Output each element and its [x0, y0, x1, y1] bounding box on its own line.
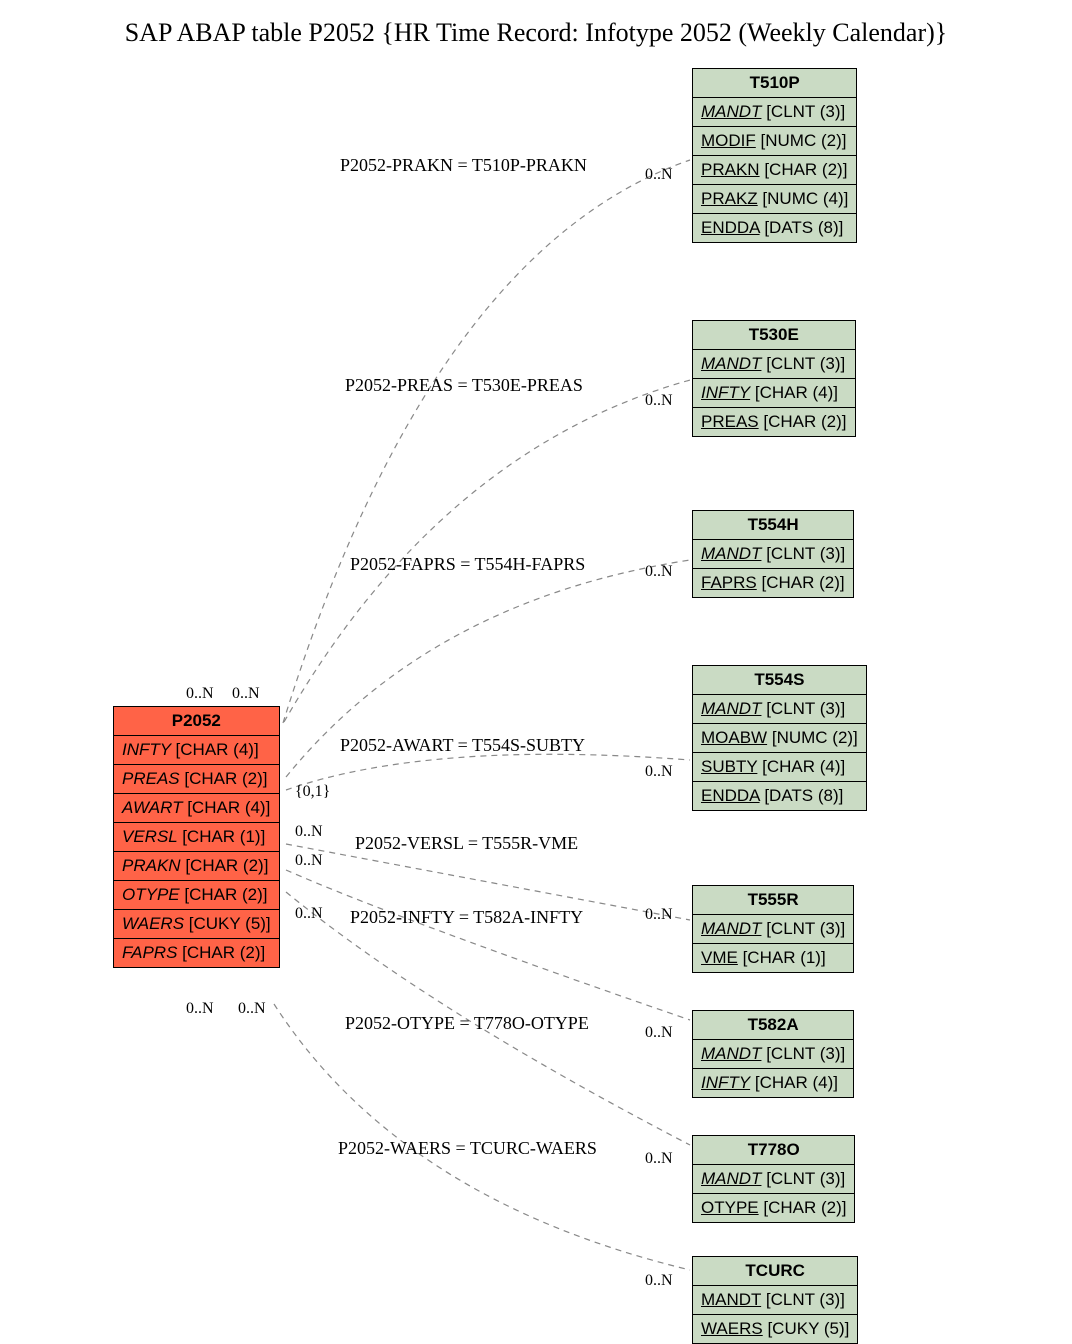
entity-T530E: T530E MANDT [CLNT (3)] INFTY [CHAR (4)] … [692, 320, 856, 437]
entity-title: T554S [693, 666, 867, 695]
relation-label: P2052-PREAS = T530E-PREAS [345, 375, 583, 396]
entity-T554S: T554S MANDT [CLNT (3)] MOABW [NUMC (2)] … [692, 665, 867, 811]
field-row: INFTY [CHAR (4)] [693, 1069, 854, 1098]
field-row: MANDT [CLNT (3)] [693, 98, 857, 127]
field-row: MANDT [CLNT (3)] [693, 350, 856, 379]
field-row: SUBTY [CHAR (4)] [693, 753, 867, 782]
field-row: MANDT [CLNT (3)] [693, 1040, 854, 1069]
field-row: AWART [CHAR (4)] [114, 794, 280, 823]
entity-P2052: P2052 INFTY [CHAR (4)] PREAS [CHAR (2)] … [113, 706, 280, 968]
field-row: VERSL [CHAR (1)] [114, 823, 280, 852]
cardinality-label: 0..N [645, 1024, 673, 1042]
relation-label: P2052-AWART = T554S-SUBTY [340, 735, 585, 756]
field-row: INFTY [CHAR (4)] [114, 736, 280, 765]
relationship-lines [0, 0, 1072, 1337]
field-row: MODIF [NUMC (2)] [693, 127, 857, 156]
cardinality-label: 0..N [645, 392, 673, 410]
cardinality-label: {0,1} [295, 783, 330, 801]
entity-title: T510P [693, 69, 857, 98]
field-row: ENDDA [DATS (8)] [693, 214, 857, 243]
field-row: WAERS [CUKY (5)] [114, 910, 280, 939]
field-row: VME [CHAR (1)] [693, 944, 854, 973]
field-row: INFTY [CHAR (4)] [693, 379, 856, 408]
field-row: PRAKN [CHAR (2)] [114, 852, 280, 881]
cardinality-label: 0..N [645, 906, 673, 924]
entity-title: T530E [693, 321, 856, 350]
entity-T555R: T555R MANDT [CLNT (3)] VME [CHAR (1)] [692, 885, 854, 973]
field-row: MANDT [CLNT (3)] [693, 915, 854, 944]
relation-label: P2052-WAERS = TCURC-WAERS [338, 1138, 597, 1159]
cardinality-label: 0..N [295, 852, 323, 870]
relation-label: P2052-VERSL = T555R-VME [355, 833, 578, 854]
field-row: PREAS [CHAR (2)] [114, 765, 280, 794]
field-row: OTYPE [CHAR (2)] [114, 881, 280, 910]
entity-title: T582A [693, 1011, 854, 1040]
field-row: PREAS [CHAR (2)] [693, 408, 856, 437]
entity-title: P2052 [114, 707, 280, 736]
cardinality-label: 0..N [238, 1000, 266, 1018]
entity-T510P: T510P MANDT [CLNT (3)] MODIF [NUMC (2)] … [692, 68, 857, 243]
cardinality-label: 0..N [232, 685, 260, 703]
cardinality-label: 0..N [295, 905, 323, 923]
entity-title: T555R [693, 886, 854, 915]
field-row: MANDT [CLNT (3)] [693, 1165, 855, 1194]
entity-TCURC: TCURC MANDT [CLNT (3)] WAERS [CUKY (5)] [692, 1256, 858, 1344]
entity-title: T554H [693, 511, 854, 540]
cardinality-label: 0..N [645, 166, 673, 184]
field-row: FAPRS [CHAR (2)] [114, 939, 280, 968]
cardinality-label: 0..N [186, 685, 214, 703]
field-row: ENDDA [DATS (8)] [693, 782, 867, 811]
relation-label: P2052-OTYPE = T778O-OTYPE [345, 1013, 589, 1034]
entity-T582A: T582A MANDT [CLNT (3)] INFTY [CHAR (4)] [692, 1010, 854, 1098]
entity-title: T778O [693, 1136, 855, 1165]
relation-label: P2052-FAPRS = T554H-FAPRS [350, 554, 585, 575]
cardinality-label: 0..N [295, 823, 323, 841]
cardinality-label: 0..N [645, 763, 673, 781]
field-row: MANDT [CLNT (3)] [693, 1286, 858, 1315]
cardinality-label: 0..N [645, 563, 673, 581]
relation-label: P2052-INFTY = T582A-INFTY [350, 907, 583, 928]
entity-T554H: T554H MANDT [CLNT (3)] FAPRS [CHAR (2)] [692, 510, 854, 598]
diagram-title: SAP ABAP table P2052 {HR Time Record: In… [0, 18, 1072, 48]
field-row: FAPRS [CHAR (2)] [693, 569, 854, 598]
field-row: MOABW [NUMC (2)] [693, 724, 867, 753]
field-row: OTYPE [CHAR (2)] [693, 1194, 855, 1223]
field-row: PRAKZ [NUMC (4)] [693, 185, 857, 214]
field-row: WAERS [CUKY (5)] [693, 1315, 858, 1344]
cardinality-label: 0..N [645, 1150, 673, 1168]
field-row: MANDT [CLNT (3)] [693, 540, 854, 569]
field-row: PRAKN [CHAR (2)] [693, 156, 857, 185]
cardinality-label: 0..N [645, 1272, 673, 1290]
relation-label: P2052-PRAKN = T510P-PRAKN [340, 155, 587, 176]
entity-T778O: T778O MANDT [CLNT (3)] OTYPE [CHAR (2)] [692, 1135, 855, 1223]
cardinality-label: 0..N [186, 1000, 214, 1018]
entity-title: TCURC [693, 1257, 858, 1286]
field-row: MANDT [CLNT (3)] [693, 695, 867, 724]
